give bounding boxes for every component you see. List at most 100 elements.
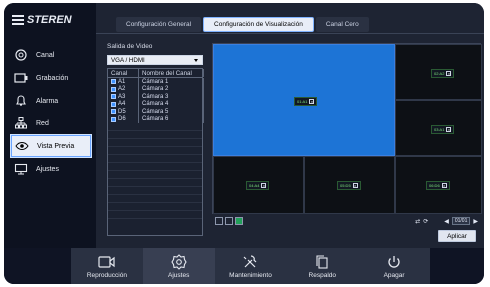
bottom-item-label: Ajustes (168, 271, 190, 279)
sidebar-item-vista-previa[interactable]: Vista Previa (10, 134, 92, 158)
channel-name: Cámara 1 (139, 78, 204, 86)
sidebar-item-red[interactable]: Red (10, 111, 92, 135)
tab-canal-cero[interactable]: Canal Cero (315, 17, 369, 32)
table-row[interactable]: D5 Cámara 5 (108, 108, 204, 116)
checkbox-checked-icon[interactable] (111, 94, 116, 100)
cell-label-text: 04:A4 (249, 183, 260, 188)
close-icon[interactable]: × (261, 183, 267, 188)
channel-cell: A4 (108, 100, 139, 108)
bottom-item-ajustes[interactable]: Ajustes (142, 248, 215, 284)
camera-icon (14, 48, 28, 62)
sidebar-item-label: Vista Previa (37, 142, 75, 150)
main-panel: Configuración General Configuración de V… (96, 3, 484, 248)
swap-icon[interactable]: ⇄ (415, 218, 420, 225)
sidebar: STEREN Canal Grabación Alarma Red Vista … (4, 3, 96, 248)
tools-icon (241, 254, 259, 270)
tab-bar: Configuración General Configuración de V… (116, 17, 369, 32)
table-row[interactable]: A4 Cámara 4 (108, 100, 204, 108)
bottom-item-respaldo[interactable]: Respaldo (286, 248, 358, 284)
column-header-canal: Canal (108, 69, 139, 77)
close-icon[interactable]: × (446, 71, 452, 76)
bottom-item-label: Mantenimiento (229, 271, 272, 279)
channel-cell: D5 (108, 108, 139, 116)
channel-id: A2 (118, 86, 126, 93)
preview-toolbar: ⇄ ⟳ ◀ 01/01 ▶ (212, 214, 481, 228)
preview-cell-large[interactable]: 01:A1 × (213, 44, 395, 156)
preview-cell[interactable]: 04:A4 × (213, 156, 304, 214)
table-row[interactable]: A1 Cámara 1 (108, 78, 204, 86)
checkbox-checked-icon[interactable] (111, 116, 116, 122)
page-indicator: 01/01 (451, 217, 471, 225)
channel-name: Cámara 6 (139, 115, 204, 123)
sidebar-item-alarma[interactable]: Alarma (10, 89, 92, 113)
preview-cell[interactable]: 02:A2 × (395, 44, 482, 100)
checkbox-checked-icon[interactable] (111, 86, 116, 92)
channel-id: D6 (118, 116, 126, 123)
table-row[interactable]: D6 Cámara 6 (108, 115, 204, 123)
video-output-select[interactable]: VGA / HDMI (107, 55, 203, 65)
bottom-area: Reproducción Ajustes Mantenimiento Respa… (4, 248, 484, 284)
channel-cell: D6 (108, 115, 139, 123)
cell-label-text: 02:A2 (434, 71, 445, 76)
eye-icon (15, 139, 29, 153)
column-header-nombre: Nombre del Canal (139, 69, 204, 77)
logo-icon (12, 15, 24, 25)
layout-3x3-icon[interactable] (235, 217, 243, 225)
refresh-icon[interactable]: ⟳ (423, 218, 428, 225)
tab-general[interactable]: Configuración General (116, 17, 202, 32)
app-window: STEREN Canal Grabación Alarma Red Vista … (4, 3, 484, 284)
bottom-item-label: Reproducción (86, 271, 127, 279)
channel-cell: A2 (108, 85, 139, 93)
checkbox-checked-icon[interactable] (111, 101, 116, 107)
settings-icon (170, 253, 188, 270)
layout-toggles (215, 217, 243, 225)
layout-1x1-icon[interactable] (215, 217, 223, 225)
cell-label-text: 06:D6 (429, 183, 440, 188)
chevron-down-icon (194, 58, 198, 62)
table-row[interactable]: A3 Cámara 3 (108, 93, 204, 101)
video-output-value: VGA / HDMI (111, 56, 145, 64)
close-icon[interactable]: × (309, 99, 315, 104)
bottom-item-reproduccion[interactable]: Reproducción (71, 248, 143, 284)
sidebar-item-label: Red (36, 119, 49, 127)
close-icon[interactable]: × (352, 183, 358, 188)
sidebar-item-label: Alarma (36, 97, 59, 105)
sidebar-item-ajustes[interactable]: Ajustes (10, 157, 92, 181)
tab-display[interactable]: Configuración de Visualización (203, 17, 314, 32)
sidebar-item-grabacion[interactable]: Grabación (10, 66, 92, 90)
preview-cell[interactable]: 06:D6 × (395, 156, 482, 214)
channel-id: A1 (118, 78, 126, 85)
bottom-item-label: Respaldo (308, 271, 337, 279)
preview-navigation: ⇄ ⟳ ◀ 01/01 ▶ (415, 217, 478, 225)
close-icon[interactable]: × (446, 127, 452, 132)
cell-label-text: 05:D5 (340, 183, 351, 188)
preview-cell[interactable]: 05:D5 × (304, 156, 395, 214)
cell-label: 03:A1 × (431, 125, 455, 134)
checkbox-checked-icon[interactable] (111, 79, 116, 85)
apply-button[interactable]: Aplicar (438, 230, 476, 242)
next-page-icon[interactable]: ▶ (473, 218, 478, 225)
brand-logo: STEREN (12, 13, 88, 27)
display-icon (14, 162, 28, 176)
close-icon[interactable]: × (441, 183, 447, 188)
divider (96, 33, 484, 34)
channel-panel: Salida de Video VGA / HDMI Canal Nombre … (107, 43, 204, 236)
channel-cell: A1 (108, 78, 139, 86)
cell-label-text: 03:A1 (434, 127, 445, 132)
channel-name: Cámara 4 (139, 100, 204, 108)
bottom-item-apagar[interactable]: Apagar (358, 248, 430, 284)
video-camera-icon (98, 254, 116, 270)
bottom-item-label: Apagar (383, 271, 405, 279)
checkbox-checked-icon[interactable] (111, 109, 116, 115)
table-header: Canal Nombre del Canal (108, 69, 204, 78)
bottom-item-mantenimiento[interactable]: Mantenimiento (215, 248, 287, 284)
sidebar-item-canal[interactable]: Canal (10, 43, 92, 67)
channel-id: A3 (118, 93, 126, 100)
cell-label: 04:A4 × (246, 181, 270, 190)
preview-grid: 01:A1 × 02:A2 × 03:A1 × 04:A4 × 05:D5 × … (212, 43, 482, 214)
prev-page-icon[interactable]: ◀ (444, 218, 449, 225)
table-row[interactable]: A2 Cámara 2 (108, 85, 204, 93)
layout-2x2-icon[interactable] (225, 217, 233, 225)
preview-cell[interactable]: 03:A1 × (395, 100, 482, 156)
bottom-toolbar: Reproducción Ajustes Mantenimiento Respa… (71, 248, 430, 284)
